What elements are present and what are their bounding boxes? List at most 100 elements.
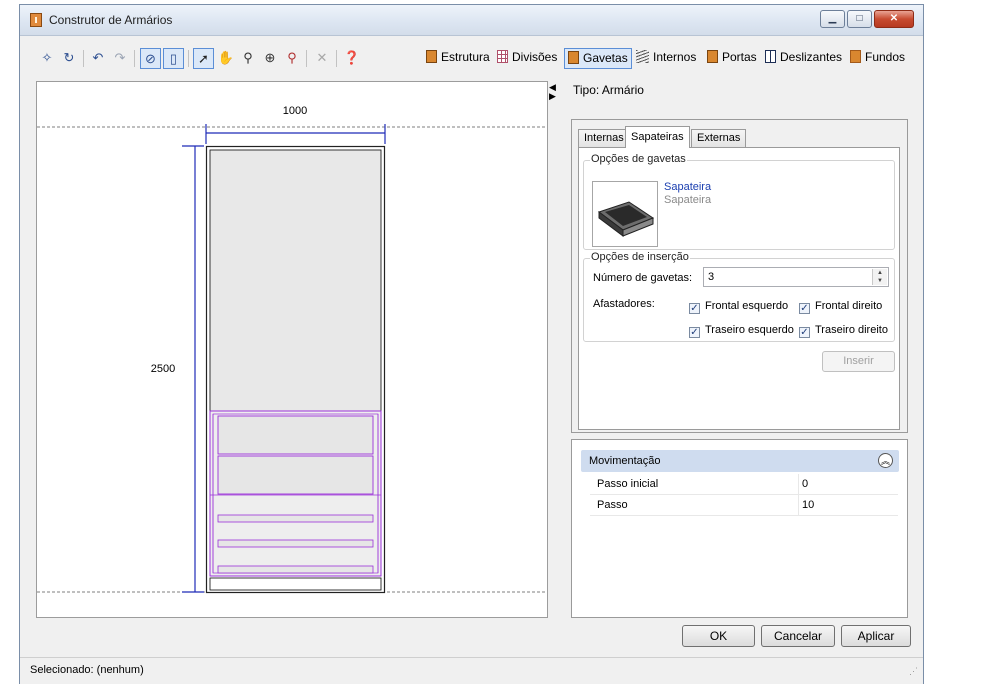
delete-icon[interactable]: ✕ bbox=[312, 48, 332, 69]
tab-divisoes[interactable]: Divisões bbox=[494, 48, 560, 69]
movement-header[interactable]: Movimentação ︽ bbox=[581, 450, 899, 472]
undo-icon[interactable]: ↶ bbox=[88, 48, 108, 69]
toolbar-separator bbox=[336, 50, 337, 67]
drawing-canvas[interactable]: 1000 2500 bbox=[36, 81, 548, 618]
property-value[interactable]: 10 bbox=[802, 499, 814, 511]
front-right-label: Frontal direito bbox=[815, 300, 883, 312]
shelves-icon bbox=[636, 50, 649, 63]
new-icon[interactable]: ✧ bbox=[37, 48, 57, 69]
upper-compartment bbox=[209, 149, 382, 413]
door-icon bbox=[707, 50, 718, 63]
cabinet-base bbox=[209, 577, 382, 591]
movement-title: Movimentação bbox=[589, 455, 661, 467]
insert-button[interactable]: Inserir bbox=[822, 351, 895, 372]
shoe-shelf-3 bbox=[217, 565, 374, 574]
height-dimension-label: 2500 bbox=[151, 363, 175, 375]
main-window: Construtor de Armários ▁ □ ✕ ✧ ↻ ↶ ↷ ⊘ ▯… bbox=[19, 4, 924, 684]
maximize-button[interactable]: □ bbox=[847, 10, 872, 28]
tab-fundos-label: Fundos bbox=[865, 50, 906, 64]
tab-divisoes-label: Divisões bbox=[512, 50, 558, 64]
tab-portas-label: Portas bbox=[722, 50, 757, 64]
panel-toggle-arrows[interactable]: ◀ ▶ bbox=[549, 83, 561, 103]
cancel-button[interactable]: Cancelar bbox=[761, 625, 835, 647]
front-right-checkbox[interactable]: ✓ Frontal direito bbox=[799, 300, 882, 314]
movement-group: Movimentação ︽ Passo inicial 0 Passo 10 bbox=[571, 439, 908, 618]
zoom-fit-icon[interactable]: ⚲ bbox=[282, 48, 302, 69]
pointer-icon[interactable]: ➚ bbox=[193, 48, 214, 69]
toolbar-separator bbox=[188, 50, 189, 67]
resize-grip-icon[interactable]: ⋰ bbox=[909, 666, 918, 677]
checkbox-checked-icon: ✓ bbox=[689, 327, 700, 338]
item-description: Sapateira bbox=[664, 194, 712, 206]
zoom-in-icon[interactable]: ⊕ bbox=[260, 48, 280, 69]
tab-fundos[interactable]: Fundos bbox=[847, 48, 908, 69]
cabinet-drawing[interactable]: 1000 2500 bbox=[37, 82, 547, 617]
tab-portas[interactable]: Portas bbox=[704, 48, 760, 69]
type-label: Tipo: Armário bbox=[573, 83, 644, 97]
tab-deslizantes[interactable]: Deslizantes bbox=[762, 48, 845, 69]
pan-hand-icon[interactable]: ✋ bbox=[216, 48, 236, 69]
shoe-rack-tray-icon bbox=[597, 201, 655, 237]
back-left-label: Traseiro esquerdo bbox=[705, 324, 794, 336]
reset-icon[interactable]: ↻ bbox=[59, 48, 79, 69]
window-title: Construtor de Armários bbox=[49, 13, 173, 27]
front-view-icon[interactable]: ▯ bbox=[163, 48, 184, 69]
status-text: Selecionado: (nenhum) bbox=[30, 664, 144, 676]
shoe-drawer-1 bbox=[217, 415, 374, 455]
property-key: Passo inicial bbox=[597, 478, 659, 490]
sapateiras-panel: Opções de gavetas Sapateira Sapateira Op… bbox=[578, 147, 900, 430]
tab-deslizantes-label: Deslizantes bbox=[780, 50, 843, 64]
tab-internos-label: Internos bbox=[653, 50, 697, 64]
front-left-checkbox[interactable]: ✓ Frontal esquerdo bbox=[689, 300, 788, 314]
checkbox-checked-icon: ✓ bbox=[689, 303, 700, 314]
drawer-count-label: Número de gavetas: bbox=[593, 272, 693, 284]
collapse-chevron-icon[interactable]: ︽ bbox=[878, 453, 893, 468]
property-key: Passo bbox=[597, 499, 628, 511]
cabinet-icon bbox=[426, 50, 437, 63]
toolbar-separator bbox=[134, 50, 135, 67]
back-left-checkbox[interactable]: ✓ Traseiro esquerdo bbox=[689, 324, 794, 338]
tab-sapateiras[interactable]: Sapateiras bbox=[625, 126, 690, 148]
zoom-window-icon[interactable]: ⚲ bbox=[238, 48, 258, 69]
tab-internas[interactable]: Internas bbox=[578, 129, 630, 147]
drawer-options-fieldset: Opções de gavetas Sapateira Sapateira bbox=[583, 153, 895, 250]
shoe-rack-thumbnail[interactable] bbox=[592, 181, 658, 247]
item-name-link[interactable]: Sapateira bbox=[664, 181, 711, 193]
status-bar: Selecionado: (nenhum) ⋰ bbox=[20, 657, 923, 684]
help-icon[interactable]: ❓ bbox=[342, 48, 362, 69]
drawer-options-legend: Opções de gavetas bbox=[590, 153, 687, 165]
back-right-label: Traseiro direito bbox=[815, 324, 888, 336]
property-row-initial-step[interactable]: Passo inicial 0 bbox=[590, 474, 898, 495]
checkbox-checked-icon: ✓ bbox=[799, 303, 810, 314]
width-dimension-label: 1000 bbox=[283, 105, 307, 117]
cabinet-app-icon bbox=[30, 13, 42, 27]
redo-icon[interactable]: ↷ bbox=[110, 48, 130, 69]
close-button[interactable]: ✕ bbox=[874, 10, 914, 28]
grid-icon bbox=[497, 50, 508, 63]
tab-externas[interactable]: Externas bbox=[691, 129, 747, 147]
tab-internos[interactable]: Internos bbox=[633, 48, 699, 69]
sliding-door-icon bbox=[765, 50, 776, 63]
drawer-count-value: 3 bbox=[708, 271, 715, 283]
ok-button[interactable]: OK bbox=[682, 625, 755, 647]
back-panel-icon bbox=[850, 50, 861, 63]
property-value[interactable]: 0 bbox=[802, 478, 808, 490]
minimize-button[interactable]: ▁ bbox=[820, 10, 845, 28]
property-row-step[interactable]: Passo 10 bbox=[590, 495, 898, 516]
toolbar-separator bbox=[83, 50, 84, 67]
tab-gavetas[interactable]: Gavetas bbox=[564, 48, 632, 69]
checkbox-checked-icon: ✓ bbox=[799, 327, 810, 338]
spacers-label: Afastadores: bbox=[593, 298, 655, 310]
drawer-count-spinner[interactable]: ▲ ▼ bbox=[872, 269, 887, 285]
title-bar: Construtor de Armários ▁ □ ✕ bbox=[20, 5, 923, 36]
perspective-view-icon[interactable]: ⊘ bbox=[140, 48, 161, 69]
toolbar: ✧ ↻ ↶ ↷ ⊘ ▯ ➚ ✋ ⚲ ⊕ ⚲ ✕ ❓ Estrutura Divi… bbox=[20, 45, 925, 71]
shoe-shelf-2 bbox=[217, 539, 374, 548]
shoe-drawer-2 bbox=[217, 455, 374, 495]
back-right-checkbox[interactable]: ✓ Traseiro direito bbox=[799, 324, 888, 338]
apply-button[interactable]: Aplicar bbox=[841, 625, 911, 647]
drawer-count-input[interactable]: 3 ▲ ▼ bbox=[703, 267, 889, 287]
tab-estrutura-label: Estrutura bbox=[441, 50, 490, 64]
tab-estrutura[interactable]: Estrutura bbox=[423, 48, 493, 69]
insert-options-legend: Opções de inserção bbox=[590, 251, 690, 263]
